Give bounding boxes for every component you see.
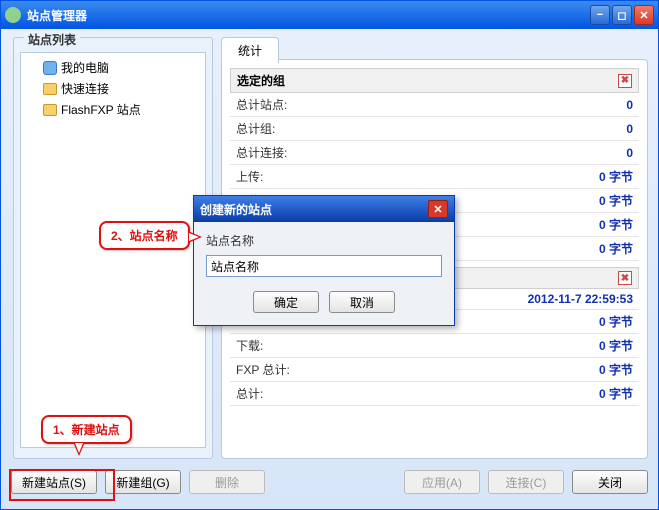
bottom-button-bar: 新建站点(S) 新建组(G) 删除 应用(A) 连接(C) 关闭 (11, 467, 648, 497)
site-list-title: 站点列表 (24, 31, 80, 48)
dialog-buttons: 确定 取消 (206, 291, 442, 313)
connect-button: 连接(C) (488, 470, 564, 494)
dialog-titlebar[interactable]: 创建新的站点 ✕ (194, 196, 454, 222)
dialog-title: 创建新的站点 (200, 201, 428, 218)
new-site-button[interactable]: 新建站点(S) (11, 470, 97, 494)
ok-button[interactable]: 确定 (253, 291, 319, 313)
table-row: 总计连接:0 (230, 141, 639, 165)
callout-text: 2、站点名称 (111, 229, 178, 243)
window-buttons: − ◻ ✕ (590, 5, 654, 25)
annotation-callout-1: 1、新建站点 (41, 415, 132, 444)
clear-stats-icon[interactable]: ✖ (618, 271, 632, 285)
computer-icon (43, 61, 57, 75)
folder-icon (43, 104, 57, 116)
apply-button: 应用(A) (404, 470, 480, 494)
tree-item-label: 我的电脑 (61, 59, 109, 76)
tree-item-my-computer[interactable]: 我的电脑 (25, 57, 201, 78)
titlebar[interactable]: 站点管理器 − ◻ ✕ (1, 1, 658, 29)
tree-item-label: 快速连接 (61, 80, 109, 97)
minimize-button[interactable]: − (590, 5, 610, 25)
close-button[interactable]: 关闭 (572, 470, 648, 494)
tree-item-flashfxp-sites[interactable]: FlashFXP 站点 (25, 99, 201, 120)
clear-stats-icon[interactable]: ✖ (618, 74, 632, 88)
tree-item-quick-connect[interactable]: 快速连接 (25, 78, 201, 99)
table-row: 下载:0 字节 (230, 334, 639, 358)
section-title: 选定的组 (237, 72, 285, 89)
site-tree[interactable]: 我的电脑 快速连接 FlashFXP 站点 (20, 52, 206, 448)
site-name-input[interactable] (206, 255, 442, 277)
section-header-selected-group: 选定的组 ✖ (230, 68, 639, 93)
table-row: 总计站点:0 (230, 93, 639, 117)
site-manager-window: 站点管理器 − ◻ ✕ 站点列表 我的电脑 快速连接 (0, 0, 659, 510)
folder-icon (43, 83, 57, 95)
dialog-close-button[interactable]: ✕ (428, 200, 448, 218)
table-row: FXP 总计:0 字节 (230, 358, 639, 382)
new-group-button[interactable]: 新建组(G) (105, 470, 181, 494)
table-row: 总计:0 字节 (230, 382, 639, 406)
app-icon (5, 7, 21, 23)
table-row: 总计组:0 (230, 117, 639, 141)
delete-button: 删除 (189, 470, 265, 494)
callout-text: 1、新建站点 (53, 423, 120, 437)
annotation-callout-2: 2、站点名称 (99, 221, 190, 250)
window-close-button[interactable]: ✕ (634, 5, 654, 25)
table-row: 上传:0 字节 (230, 165, 639, 189)
callout-tail-icon (73, 442, 85, 456)
dialog-body: 站点名称 确定 取消 (194, 222, 454, 325)
cancel-button[interactable]: 取消 (329, 291, 395, 313)
callout-tail-icon (188, 231, 202, 243)
tab-statistics[interactable]: 统计 (221, 37, 279, 63)
site-name-label: 站点名称 (206, 232, 442, 249)
maximize-button[interactable]: ◻ (612, 5, 632, 25)
window-title: 站点管理器 (27, 7, 590, 24)
tree-item-label: FlashFXP 站点 (61, 101, 141, 118)
create-site-dialog: 创建新的站点 ✕ 站点名称 确定 取消 (193, 195, 455, 326)
